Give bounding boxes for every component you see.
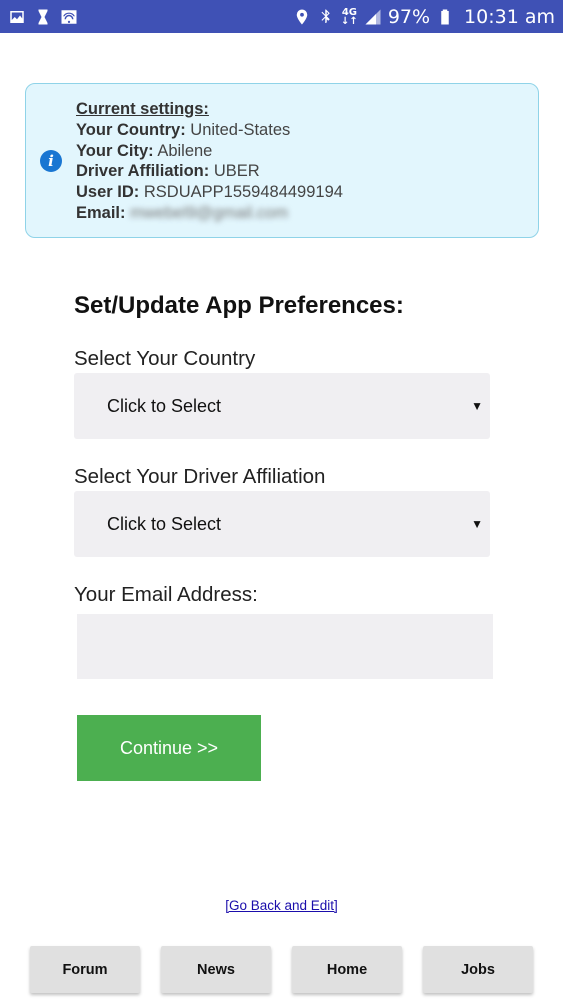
country-select[interactable]: Click to Select ▼ [74, 373, 490, 439]
news-button[interactable]: News [161, 946, 271, 993]
clock: 10:31 am [464, 5, 555, 28]
battery-percent: 97% [387, 5, 431, 28]
info-icon: i [40, 150, 62, 172]
current-settings-panel: i Current settings: Your Country: United… [25, 83, 539, 238]
city-label: Your City: [76, 141, 154, 160]
country-label: Your Country: [76, 120, 186, 139]
jobs-button[interactable]: Jobs [423, 946, 533, 993]
bluetooth-icon [317, 8, 335, 26]
country-value: United-States [190, 120, 291, 139]
location-icon [293, 8, 311, 26]
dropdown-arrow-icon: ▼ [471, 517, 483, 531]
forum-button[interactable]: Forum [30, 946, 140, 993]
city-row: Your City: Abilene [76, 141, 343, 162]
current-settings-heading: Current settings: [76, 100, 209, 118]
email-label: Email: [76, 203, 126, 222]
country-select-value: Click to Select [107, 395, 222, 416]
affiliation-label: Driver Affiliation: [76, 162, 210, 181]
continue-button[interactable]: Continue >> [77, 715, 261, 781]
affiliation-value: UBER [213, 162, 260, 181]
affiliation-select-label: Select Your Driver Affiliation [74, 465, 326, 488]
user-id-label: User ID: [76, 183, 140, 202]
current-settings-list: Current settings: Your Country: United-S… [76, 99, 343, 224]
go-back-edit-link[interactable]: [Go Back and Edit] [225, 898, 338, 913]
country-row: Your Country: United-States [76, 120, 343, 141]
form-title: Set/Update App Preferences: [74, 292, 404, 319]
affiliation-select[interactable]: Click to Select ▼ [74, 491, 490, 557]
email-row: Email: mwebel9@gmail.com [76, 203, 343, 224]
city-value: Abilene [157, 141, 213, 160]
image-icon [8, 8, 26, 26]
back-link-container: [Go Back and Edit] [0, 898, 563, 913]
battery-icon [436, 8, 454, 26]
status-bar: 4G ↓↑ 97% 10:31 am [0, 0, 563, 33]
bottom-nav: Forum News Home Jobs [30, 946, 533, 994]
affiliation-row: Driver Affiliation: UBER [76, 161, 343, 182]
hourglass-icon [34, 8, 52, 26]
country-select-label: Select Your Country [74, 347, 256, 370]
dropdown-arrow-icon: ▼ [471, 399, 483, 413]
email-field[interactable] [77, 614, 493, 679]
affiliation-select-value: Click to Select [107, 513, 222, 534]
user-id-row: User ID: RSDUAPP1559484499194 [76, 182, 343, 203]
email-value: mwebel9@gmail.com [130, 203, 289, 222]
network-4g-icon: 4G ↓↑ [341, 6, 358, 27]
email-field-label: Your Email Address: [74, 583, 258, 606]
wifi-icon [60, 8, 78, 26]
home-button[interactable]: Home [292, 946, 402, 993]
signal-icon [364, 8, 382, 26]
user-id-value: RSDUAPP1559484499194 [143, 183, 343, 202]
